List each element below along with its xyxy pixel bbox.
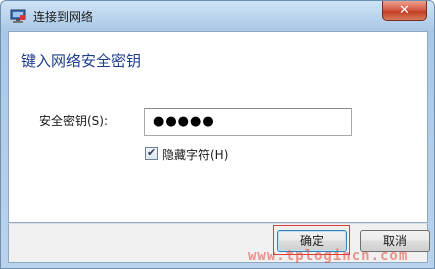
security-key-value: ●●●●● (153, 114, 215, 129)
watermark-text: www.tplogincn.com (248, 248, 409, 264)
window-title: 连接到网络 (33, 10, 94, 24)
checkmark-icon: ✔ (147, 146, 157, 159)
close-button[interactable]: ✕ (382, 1, 427, 21)
dialog-heading: 键入网络安全密钥 (21, 52, 142, 70)
security-key-label: 安全密钥(S): (39, 114, 109, 128)
close-icon: ✕ (399, 3, 410, 18)
hide-characters-checkbox[interactable]: ✔ (145, 146, 158, 160)
security-key-input[interactable]: ●●●●● (144, 108, 352, 136)
titlebar: 连接到网络 ✕ (1, 1, 434, 31)
connect-dialog-window: 连接到网络 ✕ 键入网络安全密钥 安全密钥(S): ●●●●● ✔ 隐藏字符(H… (0, 0, 435, 269)
hide-characters-label[interactable]: 隐藏字符(H) (162, 146, 228, 163)
dialog-content: 键入网络安全密钥 安全密钥(S): ●●●●● ✔ 隐藏字符(H) (8, 31, 428, 223)
network-icon (10, 9, 26, 23)
